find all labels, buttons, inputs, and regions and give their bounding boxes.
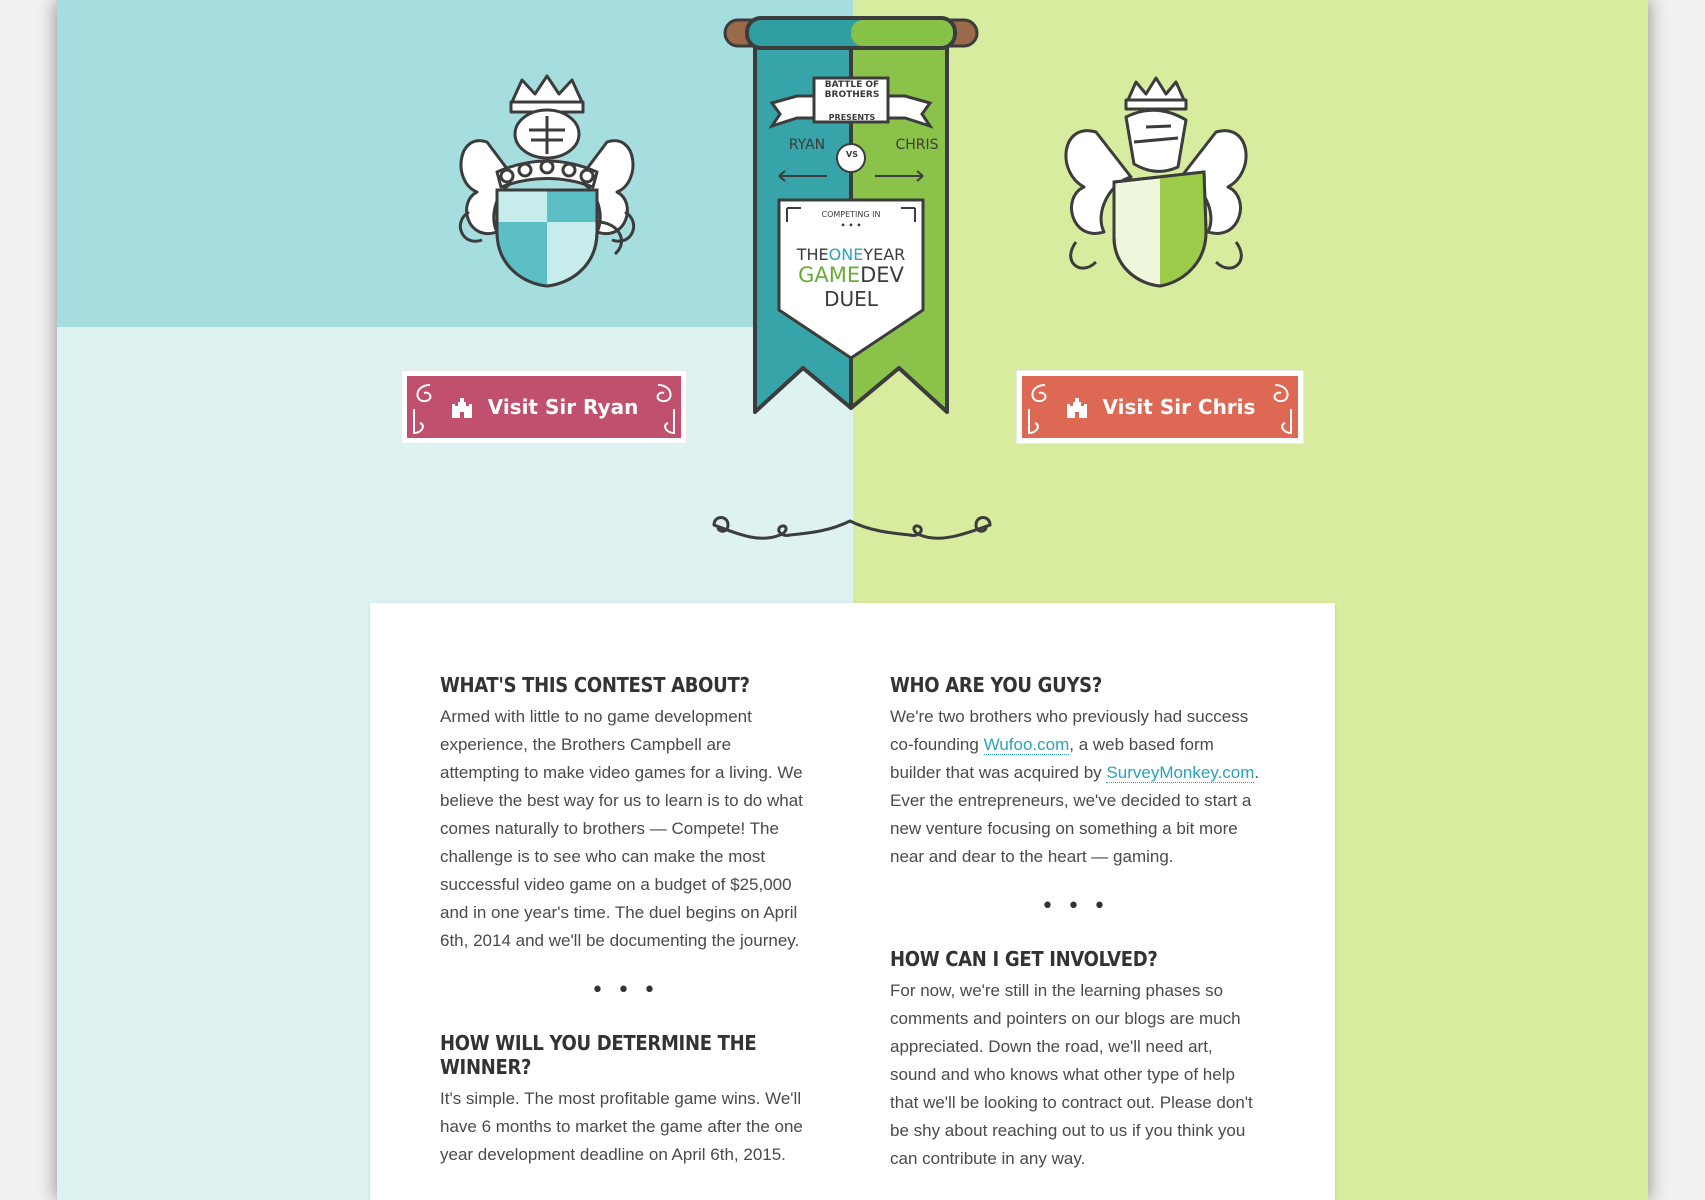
surveymonkey-link[interactable]: SurveyMonkey.com [1106, 763, 1255, 783]
wufoo-link[interactable]: Wufoo.com [983, 735, 1070, 755]
banner-title-year: YEAR [863, 245, 906, 264]
banner-title-line3: DUEL [824, 287, 878, 311]
banner-title-line1: THEONEYEAR [791, 245, 911, 264]
banner-presents: PRESENTS [828, 113, 876, 122]
section-separator: • • • [1041, 894, 1109, 919]
banner-title-game: GAME [798, 263, 861, 287]
winner-body: It's simple. The most profitable game wi… [440, 1089, 803, 1164]
who-body: We're two brothers who previously had su… [890, 703, 1260, 871]
swirl-ornament-icon [413, 384, 432, 435]
chris-coat-of-arms-icon [1064, 76, 1248, 288]
section-separator: • • • [591, 978, 659, 1003]
swirl-ornament-icon [1273, 384, 1292, 435]
castle-icon [451, 398, 472, 418]
banner-player-left: RYAN [788, 137, 826, 153]
ryan-coat-of-arms-icon [458, 74, 636, 288]
banner-versus: VS [846, 150, 858, 159]
swirl-ornament-icon [1028, 384, 1047, 435]
winner-heading: HOW WILL YOU DETERMINE THE WINNER? [440, 1031, 757, 1079]
banner-competing-in: COMPETING IN [821, 210, 881, 219]
banner-publisher-line1: BATTLE OF [824, 80, 880, 90]
visit-sir-ryan-label: Visit Sir Ryan [487, 395, 639, 419]
involved-body: For now, we're still in the learning pha… [890, 981, 1253, 1168]
contest-heading: WHAT'S THIS CONTEST ABOUT? [440, 673, 750, 697]
faq-column-left: WHAT'S THIS CONTEST ABOUT? Armed with li… [440, 673, 810, 1169]
banner-title-line2: GAMEDEV [791, 263, 911, 287]
swirl-ornament-icon [656, 384, 675, 435]
banner-title-one: ONE [828, 245, 864, 264]
banner-publisher: BATTLE OF BROTHERS [815, 80, 889, 100]
faq-column-right: WHO ARE YOU GUYS? We're two brothers who… [890, 673, 1260, 1173]
visit-sir-chris-label: Visit Sir Chris [1102, 395, 1256, 419]
swirl-divider-icon [712, 516, 992, 540]
banner-player-right: CHRIS [895, 137, 939, 153]
page: BATTLE OF BROTHERS PRESENTS RYAN VS CHRI… [57, 0, 1648, 1200]
banner-publisher-line2: BROTHERS [824, 90, 880, 100]
visit-sir-chris-button[interactable]: Visit Sir Chris [1016, 370, 1304, 444]
castle-icon [1066, 398, 1087, 418]
visit-sir-ryan-button[interactable]: Visit Sir Ryan [401, 370, 687, 444]
faq-card: WHAT'S THIS CONTEST ABOUT? Armed with li… [370, 603, 1335, 1200]
banner-title-dev: DEV [860, 263, 904, 287]
banner-dots: • • • [840, 221, 862, 230]
involved-heading: HOW CAN I GET INVOLVED? [890, 947, 1158, 971]
who-heading: WHO ARE YOU GUYS? [890, 673, 1102, 697]
contest-body: Armed with little to no game development… [440, 707, 803, 950]
banner-title-the: THE [796, 245, 829, 264]
